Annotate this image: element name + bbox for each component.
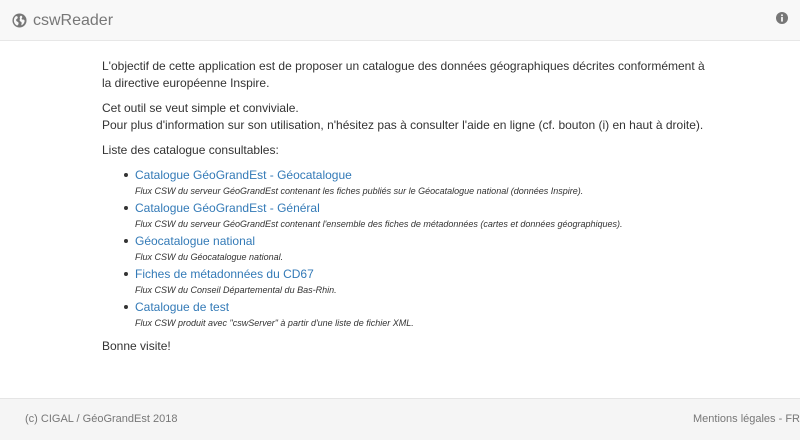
intro-line-1: L'objectif de cette application est de p… [102,59,705,73]
usage-line-1: Cet outil se veut simple et conviviale. [102,101,299,115]
globe-icon [12,13,27,28]
usage-paragraph: Cet outil se veut simple et conviviale. … [102,100,722,134]
copyright-text: (c) CIGAL / GéoGrandEst 2018 [25,413,178,425]
catalogue-item: Catalogue de test Flux CSW produit avec … [124,299,722,332]
footer: (c) CIGAL / GéoGrandEst 2018 Mentions lé… [0,398,800,440]
catalogue-link-geocatalogue[interactable]: Catalogue GéoGrandEst - Géocatalogue [135,167,722,183]
help-button[interactable] [775,11,788,29]
catalogue-item: Catalogue GéoGrandEst - Géocatalogue Flu… [124,167,722,200]
catalogue-description: Flux CSW du Géocatalogue national. [135,252,284,262]
intro-line-2: la directive européenne Inspire. [102,76,270,90]
catalogue-item: Géocatalogue national Flux CSW du Géocat… [124,233,722,266]
catalogue-description: Flux CSW produit avec "cswServer" à part… [135,318,414,328]
closing-text: Bonne visite! [102,339,171,353]
catalogue-description: Flux CSW du serveur GéoGrandEst contenan… [135,186,584,196]
catalogue-item: Fiches de métadonnées du CD67 Flux CSW d… [124,266,722,299]
info-icon [775,11,788,29]
catalogue-item: Catalogue GéoGrandEst - Général Flux CSW… [124,200,722,233]
brand-link[interactable]: cswReader [12,0,113,41]
catalogue-list-heading: Liste des catalogue consultables: [102,143,279,157]
catalogue-list: Catalogue GéoGrandEst - Géocatalogue Flu… [102,167,722,332]
app-title: cswReader [33,11,114,29]
intro-paragraph: L'objectif de cette application est de p… [102,58,722,92]
legal-notice-link[interactable]: Mentions légales - FR [693,413,800,425]
catalogue-description: Flux CSW du Conseil Départemental du Bas… [135,285,337,295]
navbar: cswReader [0,0,800,41]
catalogue-link-national[interactable]: Géocatalogue national [135,233,722,249]
usage-line-2: Pour plus d'information sur son utilisat… [102,118,704,132]
catalogue-link-cd67[interactable]: Fiches de métadonnées du CD67 [135,266,722,282]
catalogue-link-general[interactable]: Catalogue GéoGrandEst - Général [135,200,722,216]
catalogue-link-test[interactable]: Catalogue de test [135,299,722,315]
main-content: L'objectif de cette application est de p… [102,58,722,363]
catalogue-description: Flux CSW du serveur GéoGrandEst contenan… [135,219,623,229]
